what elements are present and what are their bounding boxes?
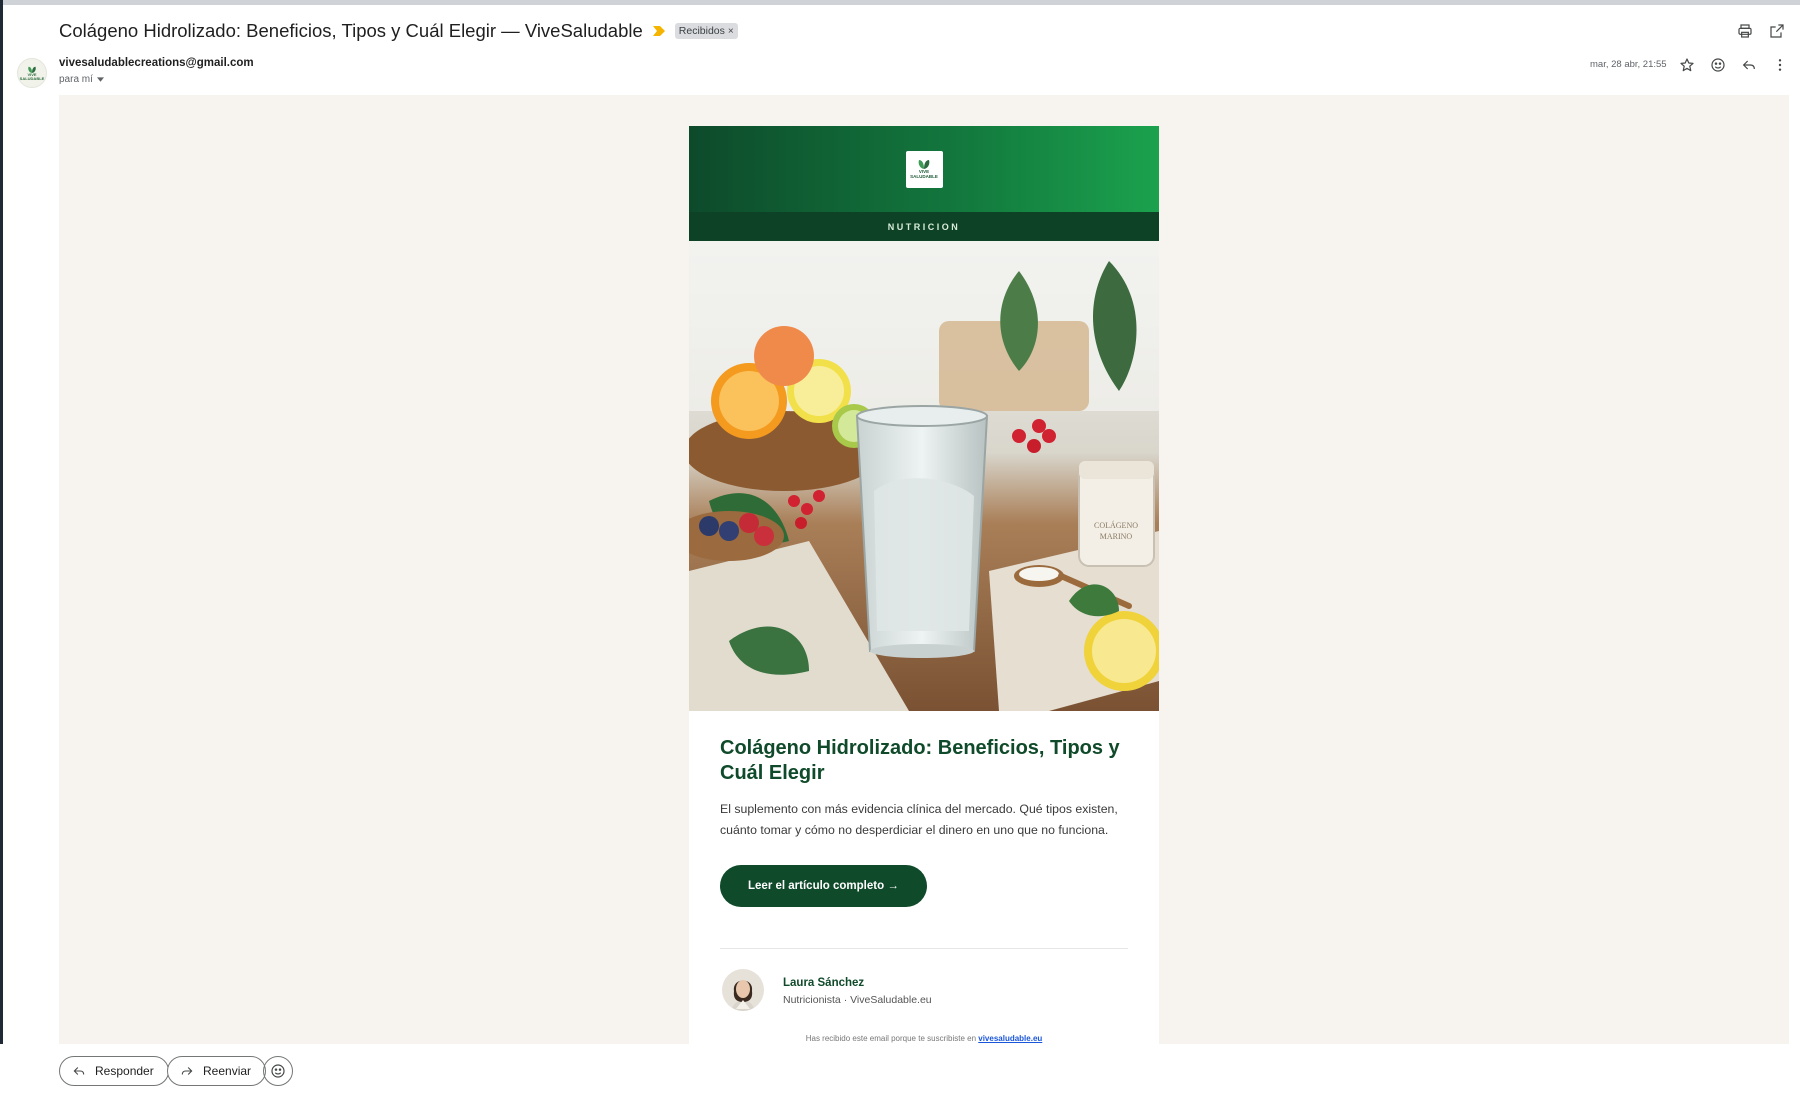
- recipient-details[interactable]: para mí: [59, 74, 104, 85]
- remove-label-button[interactable]: ×: [728, 26, 734, 37]
- forward-icon: [181, 1067, 193, 1075]
- brand-header: VIVE SALUDABLE: [689, 126, 1159, 212]
- article-content: Colágeno Hidrolizado: Beneficios, Tipos …: [689, 711, 1159, 907]
- reply-button-label: Responder: [95, 1064, 154, 1078]
- forward-button-label: Reenviar: [203, 1064, 252, 1078]
- divider: [720, 948, 1128, 949]
- star-icon[interactable]: [1676, 54, 1698, 76]
- message-body: VIVE SALUDABLE NUTRICION COLÁGENO MARINO…: [59, 95, 1789, 1044]
- print-icon[interactable]: [1734, 20, 1756, 42]
- category-label: NUTRICION: [887, 221, 961, 232]
- window-top-edge: [0, 0, 1800, 5]
- window-left-edge: [0, 0, 3, 1099]
- reply-button[interactable]: Responder: [59, 1056, 169, 1086]
- leaf-logo-icon: [918, 160, 930, 169]
- email-subject: Colágeno Hidrolizado: Beneficios, Tipos …: [59, 20, 643, 41]
- chevron-down-icon: [96, 77, 104, 82]
- hero-image[interactable]: COLÁGENO MARINO: [689, 241, 1159, 711]
- emoji-reaction-icon[interactable]: [1707, 54, 1729, 76]
- email-date: mar, 28 abr, 21:55: [1590, 59, 1667, 70]
- subject-row: Colágeno Hidrolizado: Beneficios, Tipos …: [59, 18, 738, 44]
- category-bar: NUTRICION: [689, 212, 1159, 241]
- sender-email[interactable]: vivesaludablecreations@gmail.com: [59, 57, 254, 69]
- forward-button[interactable]: Reenviar: [167, 1056, 267, 1086]
- jar-label-line2: MARINO: [1100, 532, 1133, 541]
- reply-bar: Responder Reenviar: [0, 1044, 1800, 1099]
- author-role: Nutricionista · ViveSaludable.eu: [783, 994, 932, 1006]
- article-headline[interactable]: Colágeno Hidrolizado: Beneficios, Tipos …: [720, 736, 1128, 786]
- newsletter-card: VIVE SALUDABLE NUTRICION COLÁGENO MARINO…: [689, 126, 1159, 1044]
- recipient-label: para mí: [59, 74, 93, 85]
- inbox-label-chip[interactable]: Recibidos ×: [674, 23, 738, 39]
- logo-text-2: SALUDABLE: [910, 174, 938, 179]
- more-options-icon[interactable]: [1769, 54, 1791, 76]
- top-toolbar: [1734, 20, 1788, 42]
- author-name: Laura Sánchez: [783, 977, 865, 989]
- author-block: Laura Sánchez Nutricionista · ViveSaluda…: [720, 969, 1128, 1027]
- emoji-react-button[interactable]: [263, 1056, 293, 1086]
- brand-logo[interactable]: VIVE SALUDABLE: [905, 150, 943, 188]
- reply-icon: [73, 1067, 85, 1075]
- importance-marker-icon[interactable]: [652, 26, 665, 36]
- jar-label-line1: COLÁGENO: [1094, 520, 1138, 530]
- email-view: Colágeno Hidrolizado: Beneficios, Tipos …: [0, 0, 1800, 1099]
- website-link[interactable]: vivesaludable.eu: [978, 1034, 1042, 1043]
- open-in-new-window-icon[interactable]: [1766, 20, 1788, 42]
- inbox-label: Recibidos: [678, 25, 725, 37]
- read-article-button[interactable]: Leer el artículo completo →: [720, 865, 927, 907]
- author-photo: [722, 969, 764, 1011]
- sender-avatar[interactable]: VIVE SALUDABLE: [17, 58, 47, 88]
- article-lead: El suplemento con más evidencia clínica …: [720, 802, 1118, 837]
- subscription-note-text: Has recibido este email porque te suscri…: [805, 1034, 979, 1043]
- subscription-note: Has recibido este email porque te suscri…: [689, 1034, 1159, 1043]
- avatar-brand-text-2: SALUDABLE: [19, 75, 45, 81]
- reply-icon[interactable]: [1738, 54, 1760, 76]
- message-actions: [1676, 54, 1791, 76]
- emoji-icon: [271, 1064, 285, 1078]
